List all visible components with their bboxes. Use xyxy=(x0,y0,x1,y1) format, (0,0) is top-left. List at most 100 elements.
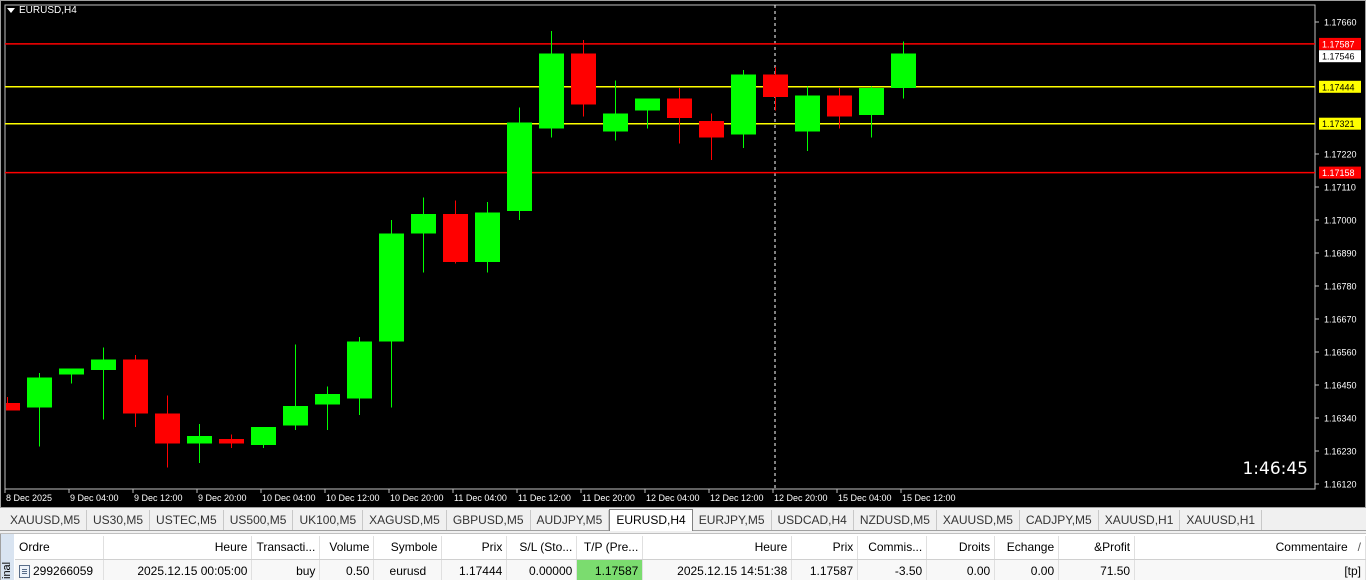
symbol-tab[interactable]: XAUUSD,M5 xyxy=(4,510,88,530)
symbol-tab[interactable]: CADJPY,M5 xyxy=(1020,510,1099,530)
bull-candle[interactable] xyxy=(795,95,820,132)
y-tick-label: 1.17220 xyxy=(1324,150,1357,160)
symbol-tab[interactable]: UK100,M5 xyxy=(293,510,364,530)
bull-candle[interactable] xyxy=(379,233,404,342)
price-chart[interactable]: 1.17660 1.17220 1.17110 1.17000 1.16890 1.167… xyxy=(1,1,1365,507)
table-cell: 0.00 xyxy=(994,559,1060,580)
symbol-tab[interactable]: AUDJPY,M5 xyxy=(531,510,610,530)
price-level-label: 1.17587 xyxy=(1322,39,1355,49)
bear-candle[interactable] xyxy=(155,413,180,444)
y-tick-label: 1.16670 xyxy=(1324,315,1357,325)
order-document-icon xyxy=(19,564,30,578)
terminal-side-label[interactable]: inal xyxy=(0,534,14,580)
symbol-tab[interactable]: EURJPY,M5 xyxy=(693,510,772,530)
bear-candle[interactable] xyxy=(827,95,852,117)
table-row[interactable]: 299266059 2025.12.15 00:05:00 buy 0.50 eurus… xyxy=(15,559,1366,580)
column-header[interactable]: Prix xyxy=(441,536,508,560)
symbol-tab[interactable]: US500,M5 xyxy=(224,510,294,530)
column-header[interactable]: Prix xyxy=(791,536,859,560)
x-tick-label: 12 Dec 12:00 xyxy=(710,493,764,503)
x-tick-label: 9 Dec 04:00 xyxy=(70,493,119,503)
bull-candle[interactable] xyxy=(859,88,884,115)
column-header[interactable]: Echange xyxy=(994,536,1060,560)
bear-candle[interactable] xyxy=(6,403,20,411)
y-tick-label: 1.16450 xyxy=(1324,381,1357,391)
symbol-tab[interactable]: XAUUSD,H1 xyxy=(1180,510,1263,530)
column-header[interactable]: Commentaire / xyxy=(1134,536,1366,560)
chart-title[interactable]: EURUSD,H4 xyxy=(7,5,77,16)
symbol-tab[interactable]: NZDUSD,M5 xyxy=(854,510,937,530)
bear-candle[interactable] xyxy=(667,98,692,119)
bull-candle[interactable] xyxy=(347,341,372,399)
table-cell: 0.00000 xyxy=(506,559,578,580)
bull-candle[interactable] xyxy=(891,53,916,89)
column-header[interactable]: Droits xyxy=(926,536,996,560)
table-cell: 0.50 xyxy=(319,559,375,580)
column-header[interactable]: Volume xyxy=(319,536,375,560)
bear-candle[interactable] xyxy=(699,121,724,138)
symbol-tab[interactable]: XAUUSD,H1 xyxy=(1099,510,1181,530)
column-header[interactable]: Heure xyxy=(642,536,793,560)
column-header[interactable]: T/P (Pre... xyxy=(576,536,644,560)
chart-menu-triangle-icon[interactable] xyxy=(7,8,15,13)
bull-candle[interactable] xyxy=(315,394,340,405)
x-tick-label: 10 Dec 20:00 xyxy=(390,493,444,503)
y-tick-label: 1.17110 xyxy=(1324,183,1356,193)
x-tick-label: 15 Dec 04:00 xyxy=(838,493,892,503)
price-level-label: 1.17158 xyxy=(1322,168,1355,178)
symbol-tab[interactable]: EURUSD,H4 xyxy=(609,509,693,531)
column-header[interactable]: S/L (Sto... xyxy=(506,536,578,560)
bull-candle[interactable] xyxy=(507,122,532,212)
bull-candle[interactable] xyxy=(635,98,660,111)
table-cell: 0.00 xyxy=(926,559,996,580)
bull-candle[interactable] xyxy=(283,406,308,426)
symbol-tab[interactable]: GBPUSD,M5 xyxy=(447,510,531,530)
price-level-label: 1.17444 xyxy=(1322,82,1355,92)
x-tick-label: 8 Dec 2025 xyxy=(6,493,52,503)
column-header[interactable]: Heure xyxy=(103,536,253,560)
symbol-tab[interactable]: XAUUSD,M5 xyxy=(937,510,1020,530)
symbol-tab[interactable]: USDCAD,H4 xyxy=(772,510,854,530)
bear-candle[interactable] xyxy=(123,359,148,414)
bull-candle[interactable] xyxy=(187,436,212,444)
x-tick-label: 11 Dec 12:00 xyxy=(518,493,571,503)
symbol-tab[interactable]: USTEC,M5 xyxy=(150,510,224,530)
bar-countdown: 1:46:45 xyxy=(1242,459,1308,479)
bear-candle[interactable] xyxy=(763,74,788,98)
bull-candle[interactable] xyxy=(475,212,500,263)
current-price-label: 1.17546 xyxy=(1322,52,1355,62)
y-tick-label: 1.16120 xyxy=(1324,480,1357,490)
bull-candle[interactable] xyxy=(603,113,628,132)
bull-candle[interactable] xyxy=(539,53,564,129)
column-header[interactable]: Commis... xyxy=(857,536,928,560)
symbol-tab[interactable]: XAGUSD,M5 xyxy=(363,510,447,530)
bear-candle[interactable] xyxy=(219,439,244,444)
chart-window[interactable]: EURUSD,H4 1.17660 1.17220 1.17110 1.17000 1.… xyxy=(0,0,1366,508)
bull-candle[interactable] xyxy=(411,214,436,234)
x-tick-label: 12 Dec 04:00 xyxy=(646,493,700,503)
table-cell: 2025.12.15 00:05:00 xyxy=(103,559,253,580)
terminal-panel: inal Ordre Heure Transacti... Volume Symbole… xyxy=(0,533,1366,580)
bull-candle[interactable] xyxy=(59,368,84,375)
bear-candle[interactable] xyxy=(571,53,596,105)
table-cell: 2025.12.15 14:51:38 xyxy=(642,559,793,580)
y-tick-label: 1.16560 xyxy=(1324,348,1357,358)
y-tick-label: 1.16340 xyxy=(1324,414,1357,424)
column-header[interactable]: &Profit xyxy=(1058,536,1136,560)
column-header[interactable]: Transacti... xyxy=(251,536,321,560)
bull-candle[interactable] xyxy=(731,74,756,135)
table-cell: 1.17444 xyxy=(441,559,508,580)
plot-frame xyxy=(4,4,1316,490)
symbol-tab[interactable]: US30,M5 xyxy=(87,510,151,530)
bull-candle[interactable] xyxy=(251,427,276,445)
bull-candle[interactable] xyxy=(27,377,52,408)
table-cell: 1.17587 xyxy=(791,559,859,580)
y-tick-label: 1.16890 xyxy=(1324,249,1357,259)
symbol-tabs-bar: XAUUSD,M5 US30,M5 USTEC,M5 US500,M5 UK100,M5… xyxy=(0,509,1366,531)
bear-candle[interactable] xyxy=(443,214,468,262)
trade-history-table: Ordre Heure Transacti... Volume Symbole Prix S… xyxy=(15,536,1366,580)
column-header[interactable]: Ordre xyxy=(15,536,105,560)
x-tick-label: 11 Dec 20:00 xyxy=(582,493,635,503)
bull-candle[interactable] xyxy=(91,359,116,371)
column-header[interactable]: Symbole xyxy=(373,536,443,560)
